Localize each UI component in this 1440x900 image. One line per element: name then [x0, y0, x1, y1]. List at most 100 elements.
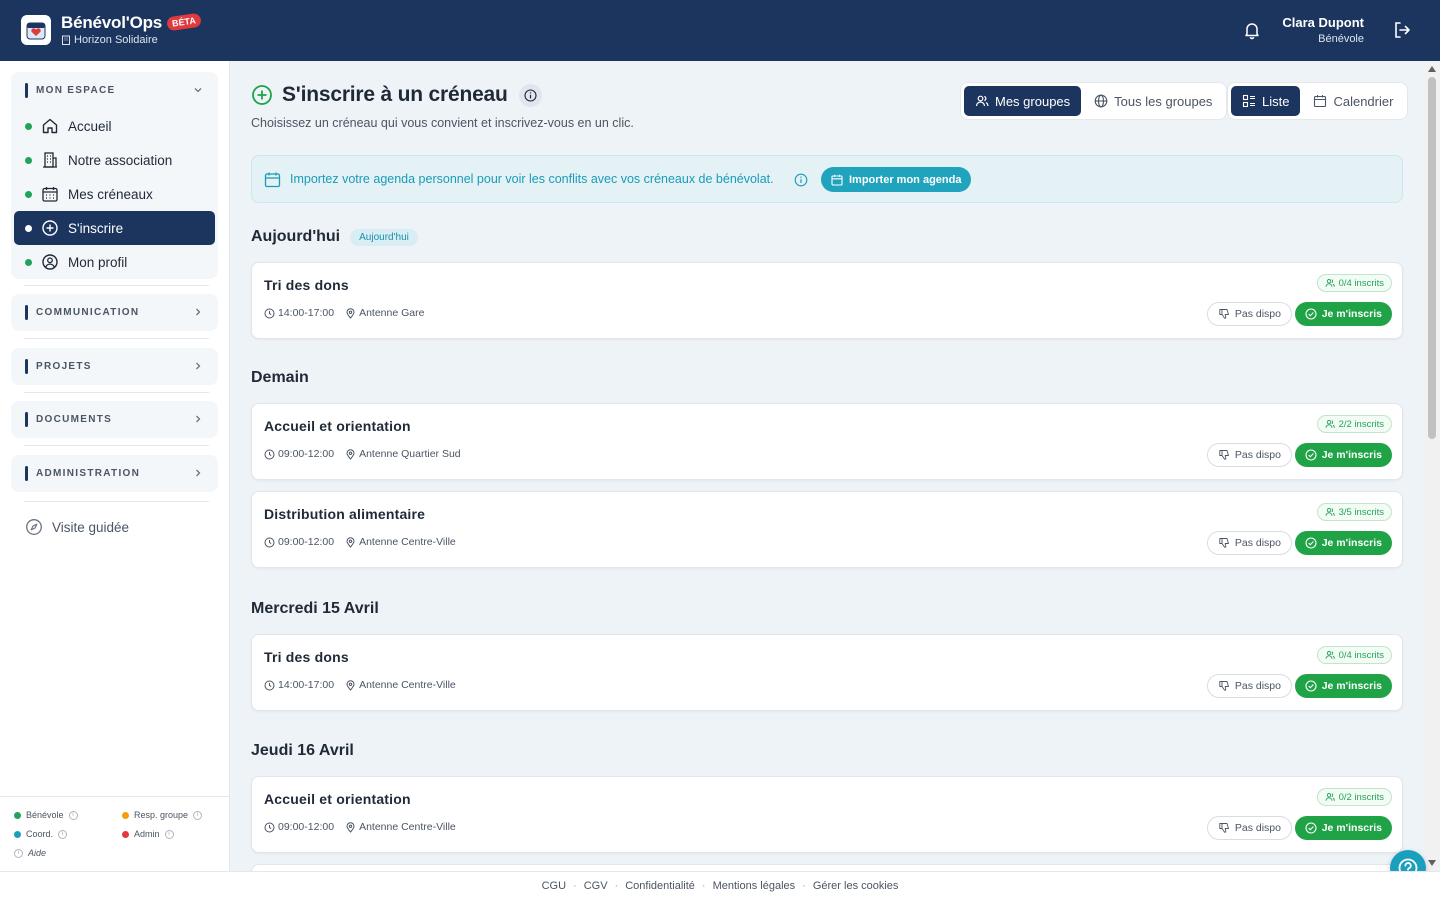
slot-meta: 09:00-12:00 Antenne Quartier Sud: [264, 448, 472, 460]
sidebar-item-sinscrire[interactable]: S'inscrire: [14, 211, 215, 245]
page-heading: S'inscrire à un créneau: [282, 83, 508, 106]
scope-toggle: Mes groupes Tous les groupes: [960, 82, 1228, 120]
users-icon: [975, 95, 989, 107]
slot-card: Accueil et orientation 09:00-12:00 Anten…: [251, 776, 1403, 853]
slot-title: Distribution alimentaire: [264, 506, 426, 522]
user-role: Bénévole: [1318, 33, 1364, 45]
role-dot: [25, 224, 32, 232]
chevron-right-icon: [196, 469, 201, 477]
beta-badge: BÉTA: [166, 12, 202, 32]
slot-meta: 14:00-17:00 Antenne Centre-Ville: [264, 679, 467, 691]
registrations-badge: 2/2 inscrits: [1316, 415, 1392, 433]
slot-time: 09:00-12:00: [278, 448, 335, 460]
calendar-heart-icon: [26, 22, 46, 40]
role-dot: [25, 190, 32, 198]
logout-icon[interactable]: [1392, 20, 1412, 45]
day-heading: Mercredi 15 Avril: [251, 600, 379, 617]
registrations-badge: 3/5 inscrits: [1316, 503, 1392, 521]
slot-card-partial: [251, 864, 1403, 871]
not-available-button[interactable]: Pas dispo: [1206, 816, 1292, 840]
users-icon: [1325, 279, 1335, 287]
register-button[interactable]: Je m'inscris: [1294, 531, 1392, 555]
thumbs-down-icon: [1219, 823, 1229, 833]
legend-coord: Coord. i: [14, 829, 68, 839]
info-icon[interactable]: [518, 83, 542, 107]
top-bar: Bénévol'Ops BÉTA Horizon Solidaire Clara…: [0, 0, 1440, 61]
chevron-right-icon: [196, 308, 201, 316]
legend-help[interactable]: i Aide: [14, 848, 46, 858]
slot-card: Accueil et orientation 09:00-12:00 Anten…: [251, 403, 1403, 480]
register-button[interactable]: Je m'inscris: [1294, 674, 1392, 698]
footer-link-cgv[interactable]: CGV: [584, 880, 608, 892]
sidebar-item-accueil[interactable]: Accueil: [11, 109, 218, 143]
legend-benevole: Bénévole i: [14, 810, 78, 820]
home-icon: [42, 118, 58, 134]
sidebar-item-notre-association[interactable]: Notre association: [11, 143, 218, 177]
scroll-down-arrow[interactable]: [1428, 860, 1436, 866]
not-available-button[interactable]: Pas dispo: [1206, 302, 1292, 326]
map-pin-icon: [346, 448, 355, 460]
section-projets[interactable]: PROJETS: [11, 348, 218, 385]
footer-link-confidentialite[interactable]: Confidentialité: [625, 880, 695, 892]
slot-location: Antenne Quartier Sud: [359, 448, 461, 460]
app-logo[interactable]: [21, 15, 51, 45]
register-button[interactable]: Je m'inscris: [1294, 302, 1392, 326]
tab-liste[interactable]: Liste: [1231, 86, 1301, 116]
footer-separator: ·: [701, 880, 706, 892]
notifications-bell-icon[interactable]: [1242, 20, 1262, 45]
section-accent-bar: [25, 359, 28, 374]
footer-link-mentions-legales[interactable]: Mentions légales: [713, 880, 796, 892]
building-icon: [62, 35, 70, 45]
main-content: S'inscrire à un créneau Choisissez un cr…: [230, 61, 1425, 871]
not-available-button[interactable]: Pas dispo: [1206, 531, 1292, 555]
chevron-right-icon: [196, 362, 201, 370]
calendar-icon: [42, 187, 58, 202]
info-icon[interactable]: [794, 173, 808, 187]
slot-meta: 14:00-17:00 Antenne Gare: [264, 307, 435, 319]
divider: [24, 338, 209, 339]
scroll-up-arrow[interactable]: [1428, 66, 1436, 72]
sidebar-item-mon-profil[interactable]: Mon profil: [11, 245, 218, 279]
role-legend: Bénévole i Resp. groupe i Coord. i Admin i i…: [0, 796, 229, 871]
tab-tous-les-groupes[interactable]: Tous les groupes: [1083, 86, 1223, 116]
not-available-button[interactable]: Pas dispo: [1206, 674, 1292, 698]
slot-location: Antenne Gare: [359, 307, 425, 319]
main-scrollbar[interactable]: [1425, 61, 1440, 871]
slot-title: Accueil et orientation: [264, 791, 411, 807]
section-administration[interactable]: ADMINISTRATION: [11, 455, 218, 492]
check-circle-icon: [1305, 680, 1317, 692]
view-toggle: Liste Calendrier: [1227, 82, 1409, 120]
users-icon: [1325, 793, 1335, 801]
users-icon: [1325, 651, 1335, 659]
footer-link-cookies[interactable]: Gérer les cookies: [813, 880, 899, 892]
not-available-button[interactable]: Pas dispo: [1206, 443, 1292, 467]
guided-tour-link[interactable]: Visite guidée: [25, 518, 129, 536]
register-button[interactable]: Je m'inscris: [1294, 443, 1392, 467]
slot-time: 09:00-12:00: [278, 821, 335, 833]
slot-time: 14:00-17:00: [278, 307, 335, 319]
sidebar-item-mes-creneaux[interactable]: Mes créneaux: [11, 177, 218, 211]
day-heading: Demain: [251, 369, 309, 386]
app-name[interactable]: Bénévol'Ops: [61, 13, 162, 33]
import-agenda-button[interactable]: Importer mon agenda: [821, 167, 972, 192]
slot-location: Antenne Centre-Ville: [359, 679, 456, 691]
slot-time: 09:00-12:00: [278, 536, 335, 548]
footer-link-cgu[interactable]: CGU: [542, 880, 566, 892]
tab-calendrier[interactable]: Calendrier: [1302, 86, 1404, 116]
section-documents[interactable]: DOCUMENTS: [11, 401, 218, 438]
today-badge: Aujourd'hui: [350, 228, 418, 246]
globe-icon: [1094, 94, 1108, 108]
page-title: S'inscrire à un créneau: [251, 83, 542, 107]
divider: [24, 445, 209, 446]
section-title: PROJETS: [36, 361, 92, 372]
user-name[interactable]: Clara Dupont: [1282, 15, 1364, 30]
section-header-mon-espace[interactable]: MON ESPACE: [11, 72, 218, 109]
section-communication[interactable]: COMMUNICATION: [11, 294, 218, 331]
sidebar-item-label: Notre association: [68, 152, 173, 168]
register-button[interactable]: Je m'inscris: [1294, 816, 1392, 840]
scroll-thumb[interactable]: [1428, 77, 1436, 439]
check-circle-icon: [1305, 449, 1317, 461]
user-circle-icon: [42, 254, 58, 270]
slot-meta: 09:00-12:00 Antenne Centre-Ville: [264, 536, 467, 548]
tab-mes-groupes[interactable]: Mes groupes: [964, 86, 1082, 116]
